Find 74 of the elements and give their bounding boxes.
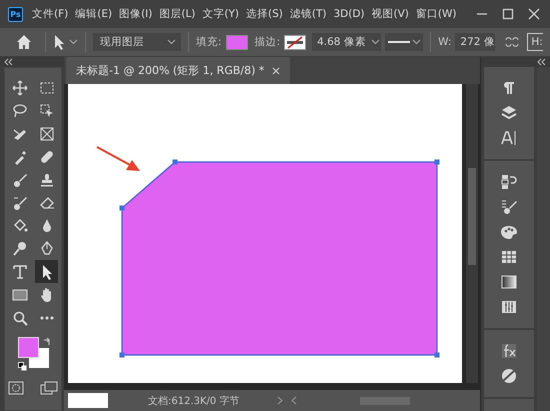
- menu-item[interactable]: 3D(D): [333, 8, 365, 20]
- fill-label: 填充:: [196, 35, 222, 49]
- maximize-icon[interactable]: [502, 8, 514, 20]
- height-label: H:: [531, 36, 543, 48]
- rectangle-shape[interactable]: [120, 160, 440, 358]
- stamp-icon: [38, 172, 54, 188]
- menu-item[interactable]: 窗口(W): [416, 7, 456, 21]
- menu-item[interactable]: 编辑(E): [75, 7, 112, 21]
- contrast-icon[interactable]: [500, 367, 518, 385]
- brush-icon: [12, 172, 28, 188]
- frame-icon: [38, 126, 54, 142]
- character-icon[interactable]: [500, 129, 518, 147]
- arrow: [96, 146, 140, 171]
- eraser-icon: [38, 194, 54, 210]
- menu-item[interactable]: 图层(L): [159, 7, 196, 21]
- menu-item[interactable]: 滤镜(T): [290, 7, 326, 21]
- link-icon[interactable]: [505, 37, 520, 47]
- palette-icon[interactable]: [500, 223, 518, 241]
- quick-mask-icon[interactable]: [8, 381, 24, 395]
- menu-item[interactable]: 文字(Y): [202, 7, 240, 21]
- collapse-icon[interactable]: [536, 58, 546, 66]
- caret-icon[interactable]: [167, 39, 176, 45]
- history-icon[interactable]: [500, 173, 518, 191]
- screen-mode-icon[interactable]: [40, 381, 58, 395]
- swap-icon[interactable]: [42, 337, 52, 347]
- document-tab[interactable]: 未标题-1 @ 200% (矩形 1, RGB/8) *: [66, 57, 290, 84]
- caret-icon[interactable]: [412, 39, 422, 45]
- marquee-icon: [38, 80, 54, 96]
- gradient-icon[interactable]: [500, 273, 518, 291]
- stroke-width-field[interactable]: 4.68 像素: [312, 33, 370, 51]
- foreground-color-swatch[interactable]: [18, 337, 39, 358]
- app-logo: Ps: [8, 6, 23, 22]
- effects-icon[interactable]: [500, 342, 518, 360]
- menu-item[interactable]: 文件(F): [32, 7, 68, 21]
- layer-dropdown[interactable]: 现用图层: [93, 33, 181, 51]
- line-style-dropdown[interactable]: [385, 33, 424, 51]
- dodge-icon: [12, 240, 28, 256]
- collapse-icon[interactable]: [3, 58, 13, 66]
- default-colors-icon[interactable]: [18, 362, 27, 371]
- pointer-icon[interactable]: [53, 34, 65, 50]
- brush-icon: [12, 194, 28, 210]
- sliders-icon[interactable]: [500, 298, 518, 316]
- scrollbar-thumb[interactable]: [468, 168, 476, 265]
- width-field[interactable]: 272 像: [455, 33, 496, 51]
- selection-icon: [38, 102, 54, 118]
- tool-button[interactable]: [35, 260, 58, 283]
- zoom-field[interactable]: [68, 393, 108, 408]
- close-icon[interactable]: [272, 66, 280, 74]
- background-color-swatch[interactable]: [29, 348, 49, 368]
- menu-item[interactable]: 选择(S): [246, 7, 283, 21]
- type-tool-icon: [12, 264, 28, 280]
- document-info: 文档:612.3K/0 字节: [148, 394, 240, 408]
- brush-icon[interactable]: [500, 198, 518, 216]
- stroke-swatch[interactable]: [284, 34, 306, 50]
- width-label: W:: [438, 36, 452, 48]
- move-icon: [12, 80, 28, 96]
- close-icon[interactable]: [528, 8, 540, 20]
- lasso-icon: [12, 102, 28, 118]
- menu-item[interactable]: 视图(V): [372, 7, 409, 21]
- caret-icon[interactable]: [69, 39, 78, 45]
- chevron-right-icon[interactable]: [277, 396, 284, 405]
- bucket-icon: [12, 218, 28, 234]
- fill-swatch[interactable]: [226, 34, 248, 50]
- layers-icon[interactable]: [500, 104, 518, 122]
- caret-icon[interactable]: [370, 39, 380, 45]
- zoom-icon: [12, 310, 28, 326]
- chevron-left-icon[interactable]: [291, 396, 298, 405]
- menu-item[interactable]: 图像(I): [119, 7, 152, 21]
- pen-icon: [38, 240, 54, 256]
- home-icon[interactable]: [16, 34, 32, 50]
- more-icon: [40, 316, 54, 320]
- stroke-label: 描边:: [254, 35, 280, 49]
- grid-icon[interactable]: [500, 248, 518, 266]
- rectangle-icon: [12, 286, 28, 302]
